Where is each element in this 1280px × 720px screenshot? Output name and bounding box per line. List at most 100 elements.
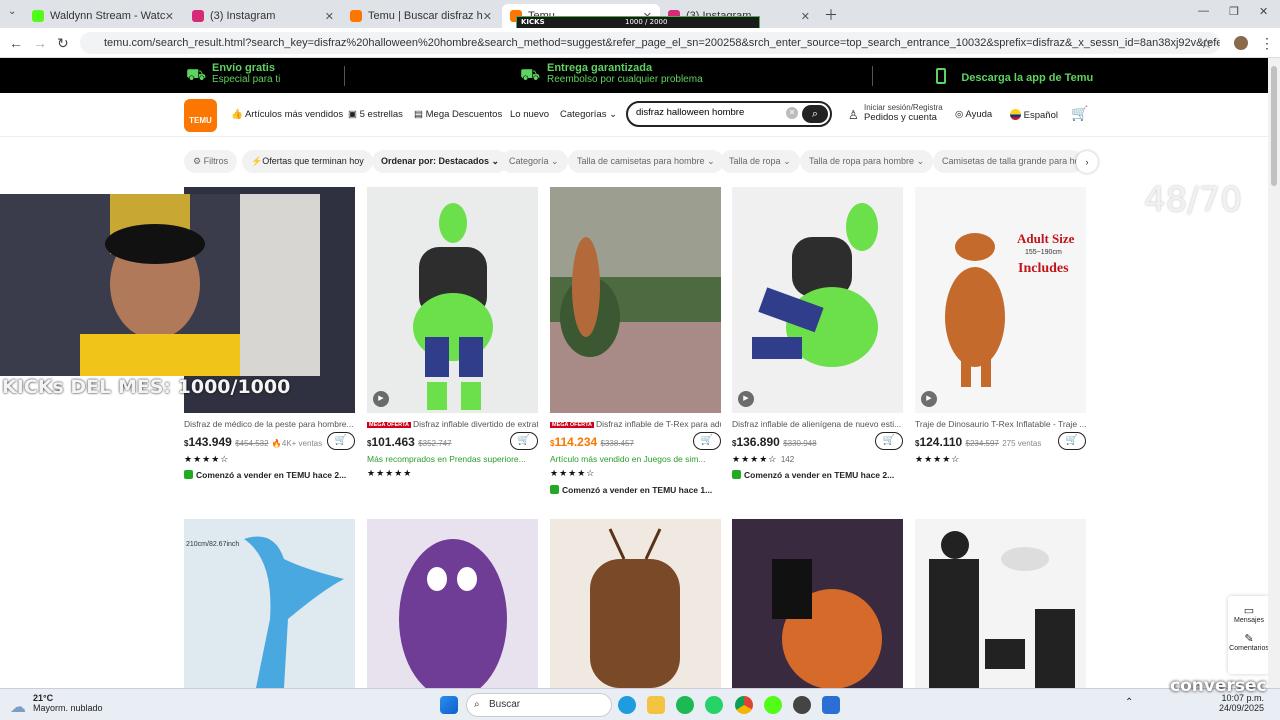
product-image[interactable]: ▶ bbox=[732, 187, 903, 413]
kicks-label: KICKS bbox=[521, 18, 545, 26]
product-title[interactable]: MEGA OFERTA Disfraz inflable divertido de… bbox=[367, 419, 538, 429]
add-to-cart-button[interactable]: 🛒 bbox=[875, 432, 903, 450]
sort-dropdown[interactable]: Ordenar por: Destacados ⌄ bbox=[372, 150, 509, 173]
cart-icon[interactable]: 🛒 bbox=[1071, 105, 1088, 122]
banner-divider bbox=[344, 66, 345, 86]
add-to-cart-button[interactable]: 🛒 bbox=[510, 432, 538, 450]
taskbar-search[interactable]: ⌕ Buscar bbox=[466, 693, 612, 717]
clear-search-icon[interactable]: ✕ bbox=[786, 107, 798, 119]
price-value: 114.234 bbox=[554, 435, 598, 449]
add-to-cart-button[interactable]: 🛒 bbox=[327, 432, 355, 450]
close-window-icon[interactable]: ✕ bbox=[1259, 5, 1268, 18]
page-scrollbar[interactable] bbox=[1268, 58, 1280, 688]
nav-categories[interactable]: Categorías ⌄ bbox=[560, 109, 617, 120]
product-title[interactable]: Disfraz inflable de alienígena de nuevo … bbox=[732, 419, 903, 429]
nav-five-stars[interactable]: ▣ 5 estrellas bbox=[348, 109, 403, 120]
bookmark-star-icon[interactable]: ☆ bbox=[1200, 35, 1213, 52]
clock[interactable]: 10:07 p.m. 24/09/2025 bbox=[1200, 693, 1264, 713]
edit-icon: ✎ bbox=[1244, 633, 1254, 645]
nav-label: Artículos más vendidos bbox=[244, 109, 344, 120]
filter-shirt-size[interactable]: Talla de camisetas para hombre ⌄ bbox=[568, 150, 724, 173]
free-shipping-promo[interactable]: ⛟ Envío gratis Especial para ti bbox=[186, 62, 280, 85]
file-explorer-icon[interactable] bbox=[647, 696, 665, 714]
temu-logo[interactable]: TEMU bbox=[184, 99, 217, 132]
play-video-icon[interactable]: ▶ bbox=[921, 391, 937, 407]
dinosaur-costume-illustration bbox=[945, 233, 1005, 387]
add-to-cart-button[interactable]: 🛒 bbox=[693, 432, 721, 450]
check-icon bbox=[550, 485, 559, 494]
kick-app-icon[interactable] bbox=[764, 696, 782, 714]
comments-button[interactable]: ✎ Comentarios bbox=[1228, 624, 1270, 652]
tab-list-icon[interactable]: ⌄ bbox=[8, 6, 16, 17]
obs-icon[interactable] bbox=[793, 696, 811, 714]
browser-tab[interactable]: Waldynn Stream - Watch Live o ✕ bbox=[24, 4, 182, 28]
sort-label: Ordenar por: Destacados bbox=[381, 156, 490, 166]
chrome-icon[interactable] bbox=[735, 696, 753, 714]
filter-category[interactable]: Categoría ⌄ bbox=[500, 150, 568, 173]
adult-size-text: Adult Size bbox=[1017, 231, 1075, 246]
forward-icon[interactable]: → bbox=[33, 35, 47, 51]
edge-icon[interactable] bbox=[618, 696, 636, 714]
maximize-icon[interactable]: ❐ bbox=[1229, 5, 1239, 18]
add-to-cart-button[interactable]: 🛒 bbox=[1058, 432, 1086, 450]
browser-tab[interactable]: Temu | Buscar disfraz halloween ✕ bbox=[342, 4, 500, 28]
tab-close-icon[interactable]: ✕ bbox=[483, 10, 492, 23]
back-icon[interactable]: ← bbox=[9, 35, 23, 51]
guaranteed-delivery-promo[interactable]: ⛟ Entrega garantizada Reembolso por cual… bbox=[520, 62, 703, 85]
browser-tab[interactable]: (3) Instagram ✕ bbox=[184, 4, 342, 28]
product-title[interactable]: Disfraz de médico de la peste para hombr… bbox=[184, 419, 355, 429]
shield-app-icon[interactable] bbox=[822, 696, 840, 714]
help-link[interactable]: ◎ Ayuda bbox=[955, 109, 992, 120]
product-title[interactable]: Traje de Dinosaurio T-Rex Inflatable - T… bbox=[915, 419, 1086, 429]
menu-icon[interactable]: ⋮ bbox=[1260, 35, 1274, 52]
filter-ending-today[interactable]: ⚡Ofertas que terminan hoy bbox=[242, 150, 373, 173]
mega-offer-badge: MEGA OFERTA bbox=[550, 422, 595, 428]
profile-avatar[interactable] bbox=[1234, 36, 1248, 50]
spotify-icon[interactable] bbox=[676, 696, 694, 714]
product-title-text: Disfraz inflable de T-Rex para adul... bbox=[596, 419, 721, 429]
download-app-promo[interactable]: Descarga la app de Temu bbox=[936, 68, 1093, 84]
chevron-up-icon[interactable]: ⌃ bbox=[1125, 697, 1133, 708]
stars-glyphs: ★★★★★ bbox=[367, 468, 413, 478]
nav-new[interactable]: Lo nuevo bbox=[510, 109, 549, 120]
search-input[interactable] bbox=[636, 107, 786, 118]
tab-close-icon[interactable]: ✕ bbox=[325, 10, 334, 23]
filter-button[interactable]: ⚙ Filtros bbox=[184, 150, 238, 173]
tab-close-icon[interactable]: ✕ bbox=[165, 10, 174, 23]
new-tab-icon[interactable]: ＋ bbox=[824, 5, 838, 25]
messages-button[interactable]: ▭ Mensajes bbox=[1228, 596, 1270, 624]
filters-next-button[interactable]: › bbox=[1076, 151, 1098, 173]
scrollbar-thumb[interactable] bbox=[1271, 66, 1277, 186]
product-image[interactable] bbox=[550, 187, 721, 413]
minimize-icon[interactable]: — bbox=[1198, 5, 1209, 17]
rebuy-text: Más recomprados en Prendas superiore... bbox=[367, 454, 526, 464]
product-image[interactable] bbox=[367, 519, 538, 688]
tab-close-icon[interactable]: ✕ bbox=[801, 10, 810, 23]
filter-mens-clothing-size[interactable]: Talla de ropa para hombre ⌄ bbox=[800, 150, 934, 173]
play-video-icon[interactable]: ▶ bbox=[373, 391, 389, 407]
product-image[interactable] bbox=[550, 519, 721, 688]
reload-icon[interactable]: ↻ bbox=[57, 35, 69, 52]
windows-start-icon[interactable] bbox=[440, 696, 458, 714]
product-image[interactable]: Adult Size 155~190cm Includes ▶ bbox=[915, 187, 1086, 413]
url-field[interactable]: temu.com/search_result.html?search_key=d… bbox=[80, 32, 1220, 54]
whatsapp-icon[interactable] bbox=[705, 696, 723, 714]
nav-best-sellers[interactable]: 👍 Artículos más vendidos bbox=[231, 109, 343, 120]
product-image[interactable]: 210cm/82.67inch bbox=[184, 519, 355, 688]
play-video-icon[interactable]: ▶ bbox=[738, 391, 754, 407]
nav-mega-discounts[interactable]: ▤ Mega Descuentos bbox=[414, 109, 502, 120]
instagram-favicon-icon bbox=[192, 10, 204, 22]
search-button[interactable]: ⌕ bbox=[802, 105, 828, 123]
plague-doctor-costume-illustration bbox=[929, 531, 1075, 688]
account-menu[interactable]: ♙ Iniciar sesión/Registra Pedidos y cuen… bbox=[848, 103, 943, 123]
product-image[interactable]: ▶ bbox=[367, 187, 538, 413]
filter-plus-size-shirts[interactable]: Camisetas de talla grande para hom bbox=[933, 150, 1083, 173]
product-image[interactable] bbox=[732, 519, 903, 688]
star-badge-icon: ▣ bbox=[348, 109, 357, 120]
weather-widget[interactable]: ☁ 21°C Mayorm. nublado bbox=[10, 693, 103, 716]
filter-clothing-size[interactable]: Talla de ropa ⌄ bbox=[720, 150, 800, 173]
language-selector[interactable]: Español bbox=[1010, 109, 1058, 121]
product-title[interactable]: MEGA OFERTA Disfraz inflable de T-Rex par… bbox=[550, 419, 721, 429]
account-line1: Iniciar sesión/Registra bbox=[864, 103, 943, 112]
product-image[interactable] bbox=[915, 519, 1086, 688]
